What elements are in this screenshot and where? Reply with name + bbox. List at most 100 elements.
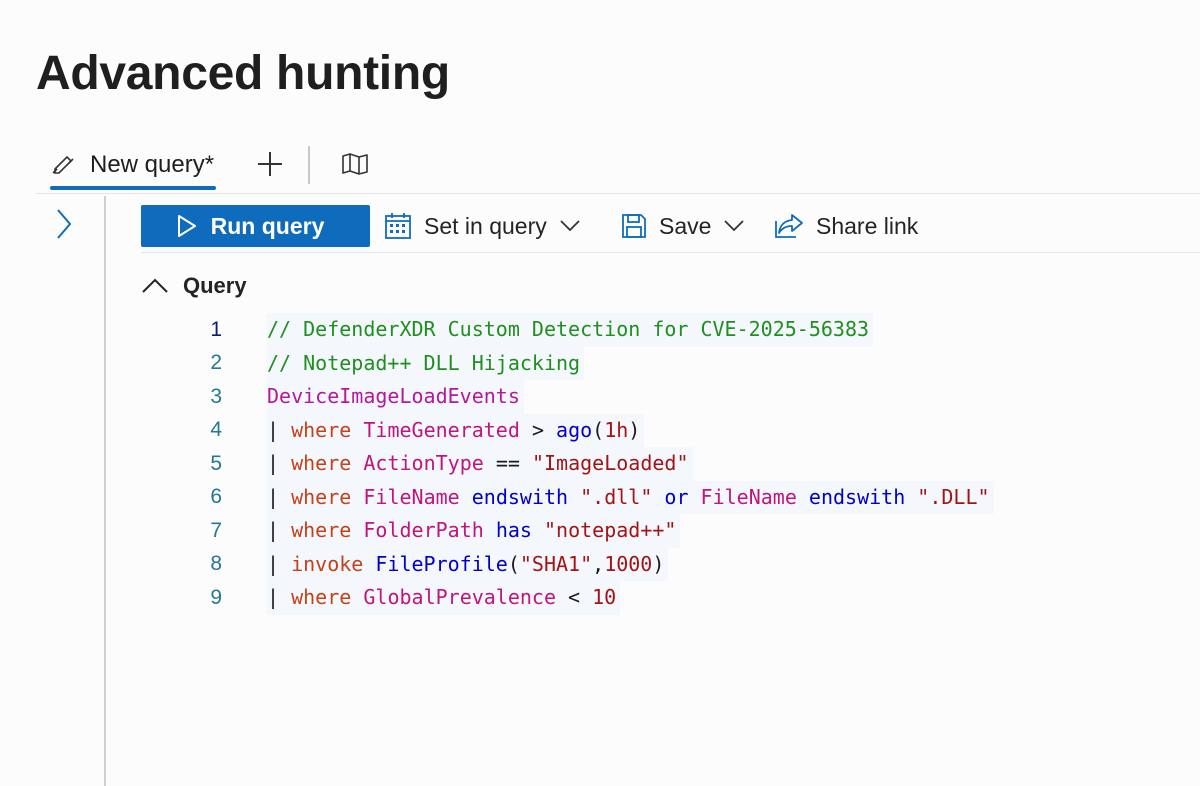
line-number: 4 bbox=[210, 418, 222, 442]
code-token: FileProfile bbox=[375, 551, 508, 576]
code-token: endswith bbox=[808, 484, 906, 509]
chevron-right-icon bbox=[57, 209, 72, 239]
code-token: | bbox=[267, 585, 292, 609]
tab-active-indicator bbox=[50, 186, 217, 190]
tab-label: New query* bbox=[90, 151, 215, 178]
code-token: | bbox=[267, 451, 292, 475]
edit-query-icon bbox=[52, 152, 78, 179]
code-line[interactable]: 9 | where GlobalPrevalence < 10 bbox=[170, 581, 994, 615]
run-query-label: Run query bbox=[210, 212, 325, 239]
code-token: FileName bbox=[700, 484, 797, 509]
save-button[interactable]: Save bbox=[621, 205, 745, 247]
code-text: // Notepad++ DLL Hijacking bbox=[267, 346, 585, 380]
code-line[interactable]: 4 | where TimeGenerated > ago(1h) bbox=[170, 413, 994, 447]
chevron-down-icon bbox=[724, 220, 745, 232]
code-token: where bbox=[291, 585, 352, 609]
chevron-up-icon bbox=[142, 278, 168, 293]
add-tab-button[interactable] bbox=[254, 148, 286, 180]
code-token: has bbox=[495, 518, 532, 542]
code-token: // Notepad++ DLL Hijacking bbox=[267, 350, 581, 375]
code-token: where bbox=[291, 518, 352, 542]
query-editor[interactable]: 1 // DefenderXDR Custom Detection for CVE… bbox=[170, 313, 994, 615]
code-line[interactable]: 7 | where FolderPath has "notepad++" bbox=[170, 514, 994, 548]
tabs-divider bbox=[36, 193, 1200, 194]
share-icon bbox=[775, 214, 803, 238]
code-token: 10 bbox=[592, 585, 617, 609]
code-token: or bbox=[664, 484, 689, 509]
code-line[interactable]: 8 | invoke FileProfile("SHA1",1000) bbox=[170, 547, 994, 581]
code-token: 1000 bbox=[604, 551, 653, 576]
code-text: | where TimeGenerated > ago(1h) bbox=[267, 413, 645, 447]
line-number: 2 bbox=[210, 351, 222, 375]
set-in-query-button[interactable]: Set in query bbox=[384, 205, 581, 247]
code-line[interactable]: 3 DeviceImageLoadEvents bbox=[170, 380, 994, 414]
save-icon bbox=[622, 214, 646, 238]
code-token: > bbox=[519, 417, 557, 442]
run-query-button[interactable]: Run query bbox=[141, 205, 370, 247]
code-token: | bbox=[267, 551, 292, 576]
code-line[interactable]: 5 | where ActionType == "ImageLoaded" bbox=[170, 447, 994, 481]
page-title: Advanced hunting bbox=[36, 47, 450, 100]
code-token: where bbox=[291, 451, 352, 475]
code-text: | where FolderPath has "notepad++" bbox=[267, 514, 681, 548]
code-token: 1h bbox=[604, 417, 629, 442]
code-token: where bbox=[291, 484, 352, 509]
code-token: "notepad++" bbox=[544, 518, 677, 542]
code-token: , bbox=[592, 551, 605, 576]
code-token: | bbox=[267, 518, 292, 542]
code-line[interactable]: 6 | where FileName endswith ".dll" or Fil… bbox=[170, 480, 994, 514]
line-number: 6 bbox=[210, 485, 222, 509]
code-text: | where FileName endswith ".dll" or File… bbox=[267, 480, 994, 514]
query-section-toggle[interactable]: Query bbox=[141, 268, 247, 304]
code-token: ".DLL" bbox=[917, 484, 990, 509]
code-text: | where GlobalPrevalence < 10 bbox=[267, 581, 621, 615]
map-icon bbox=[342, 153, 368, 175]
code-token: | bbox=[267, 484, 292, 509]
code-token: FolderPath bbox=[363, 518, 484, 542]
line-number: 3 bbox=[210, 384, 222, 408]
schema-button[interactable] bbox=[338, 148, 372, 180]
code-token: invoke bbox=[291, 551, 364, 576]
rail-divider bbox=[104, 196, 106, 786]
code-token: TimeGenerated bbox=[363, 417, 520, 442]
code-token: ) bbox=[652, 551, 665, 576]
code-token: | bbox=[267, 417, 292, 442]
calendar-icon bbox=[385, 213, 411, 239]
save-label: Save bbox=[659, 212, 712, 239]
line-number: 7 bbox=[210, 518, 222, 542]
code-token: ( bbox=[507, 551, 520, 576]
code-token: where bbox=[291, 417, 352, 442]
code-token: ActionType bbox=[363, 451, 484, 475]
code-text: | invoke FileProfile("SHA1",1000) bbox=[267, 547, 669, 581]
code-text: // DefenderXDR Custom Detection for CVE-… bbox=[267, 313, 874, 347]
tab-new-query[interactable]: New query* bbox=[50, 140, 217, 190]
code-token: FileName bbox=[363, 484, 460, 509]
code-token: "ImageLoaded" bbox=[531, 451, 689, 475]
share-link-button[interactable]: Share link bbox=[774, 205, 918, 247]
code-text: | where ActionType == "ImageLoaded" bbox=[267, 447, 693, 481]
code-line[interactable]: 2 // Notepad++ DLL Hijacking bbox=[170, 346, 994, 380]
code-token: ( bbox=[592, 417, 605, 442]
line-number: 5 bbox=[210, 451, 222, 475]
expand-rail-button[interactable] bbox=[52, 208, 76, 240]
line-number: 1 bbox=[210, 317, 222, 341]
code-token: // DefenderXDR Custom Detection for CVE-… bbox=[267, 317, 870, 341]
query-toolbar: Run query Set in query Save Share link bbox=[141, 205, 1200, 249]
code-line[interactable]: 1 // DefenderXDR Custom Detection for CVE… bbox=[170, 313, 994, 347]
code-token: ) bbox=[628, 417, 641, 442]
line-number: 8 bbox=[210, 552, 222, 576]
code-token: "SHA1" bbox=[519, 551, 593, 576]
